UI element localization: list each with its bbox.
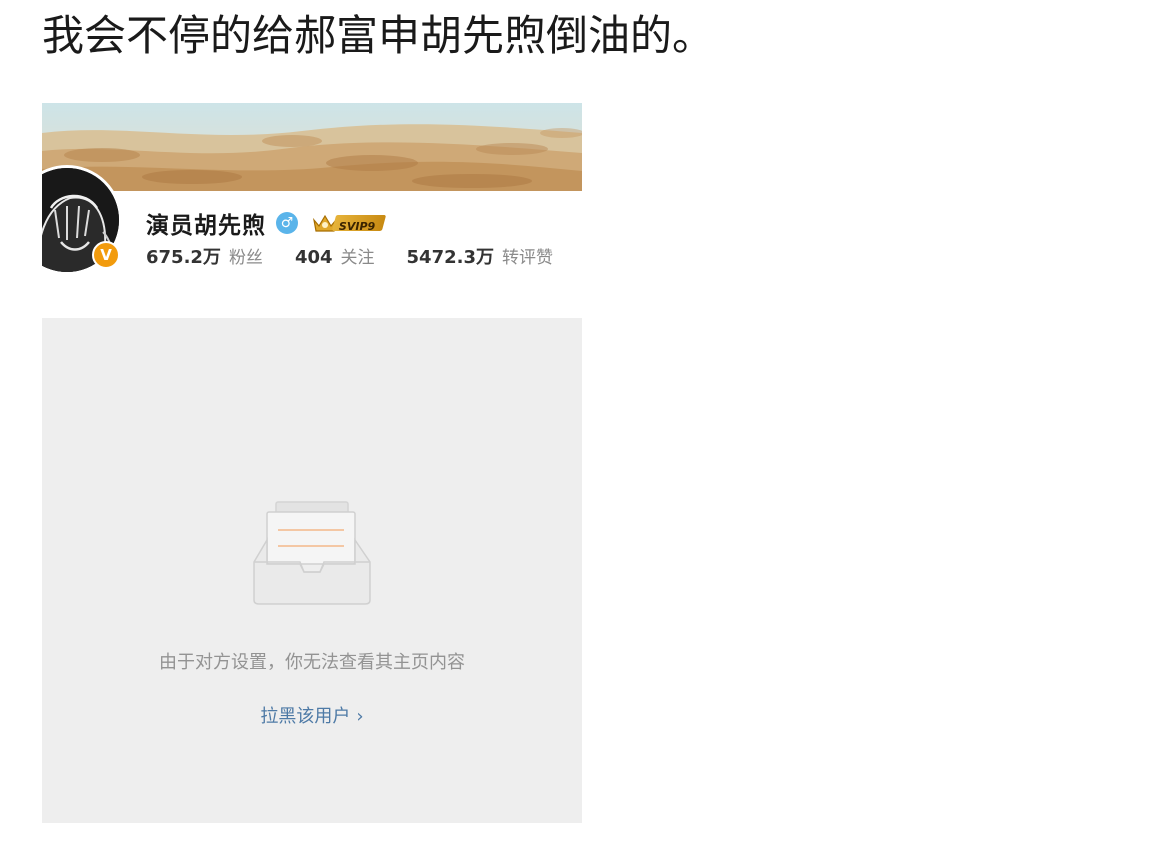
profile-stats: 675.2万 粉丝 404 关注 5472.3万 转评赞 — [146, 243, 553, 269]
stat-followers[interactable]: 675.2万 粉丝 — [146, 243, 263, 269]
empty-inbox-icon — [253, 501, 371, 605]
stat-interactions: 5472.3万 转评赞 — [407, 243, 553, 269]
stat-label: 关注 — [340, 248, 375, 268]
stat-following[interactable]: 404 关注 — [295, 243, 375, 268]
blocked-message: 由于对方设置，你无法查看其主页内容 — [159, 652, 465, 673]
profile-banner — [42, 103, 582, 191]
block-user-button[interactable]: 拉黑该用户 › — [42, 702, 582, 728]
stat-label: 粉丝 — [228, 248, 263, 268]
profile-name-row: 演员胡先煦 ♂ SVIP9 — [146, 206, 387, 240]
blocked-content-panel: 由于对方设置，你无法查看其主页内容 拉黑该用户 › — [42, 318, 582, 823]
stat-value: 675.2万 — [146, 247, 221, 268]
svip-badge[interactable]: SVIP9 — [312, 212, 387, 234]
profile-name[interactable]: 演员胡先煦 — [146, 206, 266, 240]
profile-screenshot: V 演员胡先煦 ♂ SVIP9 675.2万 粉丝 404 关注 5472.3万… — [42, 103, 582, 823]
verified-badge-icon: V — [92, 241, 120, 269]
chevron-right-icon: › — [356, 706, 364, 727]
svip-level-tag: SVIP9 — [331, 215, 387, 233]
stat-value: 404 — [294, 247, 333, 268]
post-text: 我会不停的给郝富申胡先煦倒油的。 — [42, 11, 715, 60]
stat-value: 5472.3万 — [406, 247, 494, 268]
stat-label: 转评赞 — [501, 248, 553, 268]
svip-level-label: SVIP9 — [338, 220, 376, 233]
profile-header: V 演员胡先煦 ♂ SVIP9 675.2万 粉丝 404 关注 5472.3万… — [42, 165, 582, 301]
gender-male-icon: ♂ — [276, 212, 298, 234]
block-user-label: 拉黑该用户 — [260, 706, 351, 727]
